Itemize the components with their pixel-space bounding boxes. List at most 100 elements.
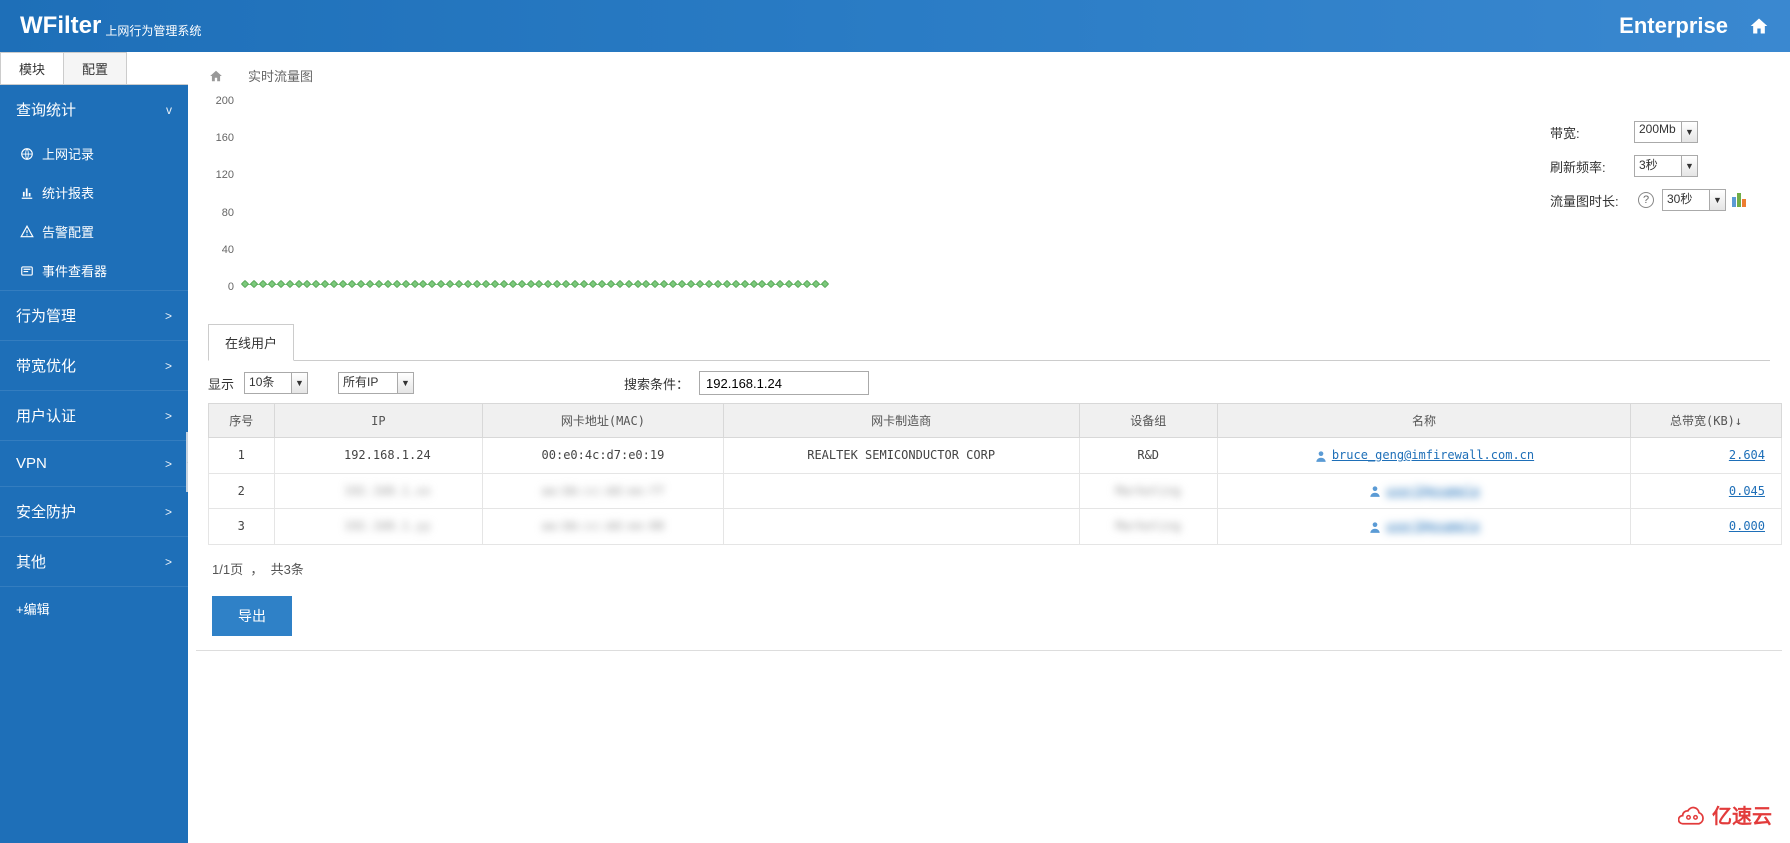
nav-head-query[interactable]: 查询统计 v <box>0 85 188 134</box>
table-header[interactable]: 名称 <box>1217 404 1630 438</box>
cell-mac: 00:e0:4c:d7:e0:19 <box>483 438 724 474</box>
nav-head-auth[interactable]: 用户认证 > <box>0 391 188 440</box>
chevron-right-icon: > <box>165 505 172 519</box>
pager-total: 共3条 <box>271 562 304 577</box>
nav-head-bandwidth[interactable]: 带宽优化> <box>0 341 188 390</box>
pager-page: 1/1页 <box>212 562 243 577</box>
bw-link[interactable]: 0.045 <box>1729 484 1775 498</box>
table-header[interactable]: 设备组 <box>1079 404 1217 438</box>
chart-point <box>785 280 793 288</box>
chart-point <box>660 280 668 288</box>
cell-ip: 192.168.1.xx <box>274 473 483 509</box>
dropdown-arrow-icon[interactable]: ▼ <box>1682 155 1698 177</box>
watermark: 亿速云 <box>1678 800 1772 829</box>
ip-filter-select[interactable]: 所有IP <box>338 372 398 394</box>
chart-point <box>455 280 463 288</box>
duration-select[interactable]: 30秒 <box>1662 189 1710 211</box>
chart-point <box>633 280 641 288</box>
bar-chart-icon[interactable] <box>1732 193 1746 207</box>
nav-head-behavior[interactable]: 行为管理> <box>0 291 188 340</box>
user-link[interactable]: user2@example <box>1386 484 1480 498</box>
nav-group-query: 查询统计 v 上网记录 统计报表 告警配置 事件查看器 <box>0 85 188 291</box>
help-icon[interactable]: ? <box>1638 192 1654 208</box>
dropdown-arrow-icon[interactable]: ▼ <box>1710 189 1726 211</box>
table-row[interactable]: 1192.168.1.2400:e0:4c:d7:e0:19REALTEK SE… <box>209 438 1782 474</box>
chart-point <box>437 280 445 288</box>
export-button[interactable]: 导出 <box>212 596 292 636</box>
chart-point <box>339 280 347 288</box>
bandwidth-label: 带宽: <box>1550 123 1634 142</box>
chevron-right-icon: > <box>165 409 172 423</box>
dropdown-arrow-icon[interactable]: ▼ <box>292 372 308 394</box>
sidebar-edit-button[interactable]: +编辑 <box>0 587 188 630</box>
table-header[interactable]: 序号 <box>209 404 275 438</box>
chart-point <box>241 280 249 288</box>
nav-item-report[interactable]: 统计报表 <box>0 173 188 212</box>
chart-point <box>812 280 820 288</box>
chart-point <box>259 280 267 288</box>
search-input[interactable] <box>699 371 869 395</box>
edition-label: Enterprise <box>1619 13 1728 39</box>
chart-point <box>615 280 623 288</box>
sidebar-tab-config[interactable]: 配置 <box>63 52 127 84</box>
nav-head-vpn[interactable]: VPN> <box>0 441 188 486</box>
chart-point <box>464 280 472 288</box>
chart-point <box>758 280 766 288</box>
logo-text: WFilter <box>20 12 101 40</box>
chart-point <box>321 280 329 288</box>
cell-bw: 0.045 <box>1631 473 1782 509</box>
user-link[interactable]: bruce_geng@imfirewall.com.cn <box>1332 448 1534 462</box>
dropdown-arrow-icon[interactable]: ▼ <box>1682 121 1698 143</box>
chart-point <box>303 280 311 288</box>
table-header[interactable]: 网卡制造商 <box>723 404 1079 438</box>
chart-point <box>669 280 677 288</box>
nav-label: 用户认证 <box>16 405 76 426</box>
cell-group: Marketing <box>1079 473 1217 509</box>
chevron-right-icon: > <box>165 457 172 471</box>
y-tick: 80 <box>222 207 234 219</box>
chart-point <box>419 280 427 288</box>
home-icon[interactable] <box>1748 16 1770 36</box>
bandwidth-select[interactable]: 200Mb <box>1634 121 1682 143</box>
nav-item-web-log[interactable]: 上网记录 <box>0 134 188 173</box>
table-header[interactable]: 网卡地址(MAC) <box>483 404 724 438</box>
nav-head-other[interactable]: 其他> <box>0 537 188 586</box>
chart-point <box>357 280 365 288</box>
tab-online-users[interactable]: 在线用户 <box>208 324 294 361</box>
cell-mac: aa:bb:cc:dd:ee:00 <box>483 509 724 545</box>
sidebar: 模块 配置 查询统计 v 上网记录 统计报表 告警配置 <box>0 52 188 843</box>
nav-item-alert[interactable]: 告警配置 <box>0 212 188 251</box>
refresh-select[interactable]: 3秒 <box>1634 155 1682 177</box>
cell-idx: 3 <box>209 509 275 545</box>
chevron-down-icon: v <box>166 103 172 117</box>
cell-ip: 192.168.1.24 <box>274 438 483 474</box>
nav-head-security[interactable]: 安全防护 > <box>0 487 188 536</box>
cell-name: bruce_geng@imfirewall.com.cn <box>1217 438 1630 474</box>
home-icon[interactable] <box>208 69 224 83</box>
dropdown-arrow-icon[interactable]: ▼ <box>398 372 414 394</box>
table-header[interactable]: IP <box>274 404 483 438</box>
bw-link[interactable]: 2.604 <box>1729 448 1775 462</box>
table-row[interactable]: 3192.168.1.yyaa:bb:cc:dd:ee:00Marketingu… <box>209 509 1782 545</box>
chart-point <box>348 280 356 288</box>
chevron-right-icon: > <box>165 555 172 569</box>
chart-point <box>776 280 784 288</box>
chart-point <box>803 280 811 288</box>
chart-point <box>401 280 409 288</box>
sidebar-tab-modules[interactable]: 模块 <box>0 52 64 84</box>
bw-link[interactable]: 0.000 <box>1729 519 1775 533</box>
table-row[interactable]: 2192.168.1.xxaa:bb:cc:dd:ee:ffMarketingu… <box>209 473 1782 509</box>
nav-label: 安全防护 <box>16 501 76 522</box>
page-size-select[interactable]: 10条 <box>244 372 292 394</box>
chart-point <box>491 280 499 288</box>
app-header: WFilter 上网行为管理系统 Enterprise <box>0 0 1790 52</box>
nav-item-event[interactable]: 事件查看器 <box>0 251 188 290</box>
user-link[interactable]: user3@example <box>1386 519 1480 533</box>
chart-point <box>607 280 615 288</box>
chart-point <box>544 280 552 288</box>
chart-point <box>375 280 383 288</box>
os-icon <box>326 449 340 463</box>
table-header[interactable]: 总带宽(KB)↓ <box>1631 404 1782 438</box>
chart-point <box>598 280 606 288</box>
chart-point <box>767 280 775 288</box>
